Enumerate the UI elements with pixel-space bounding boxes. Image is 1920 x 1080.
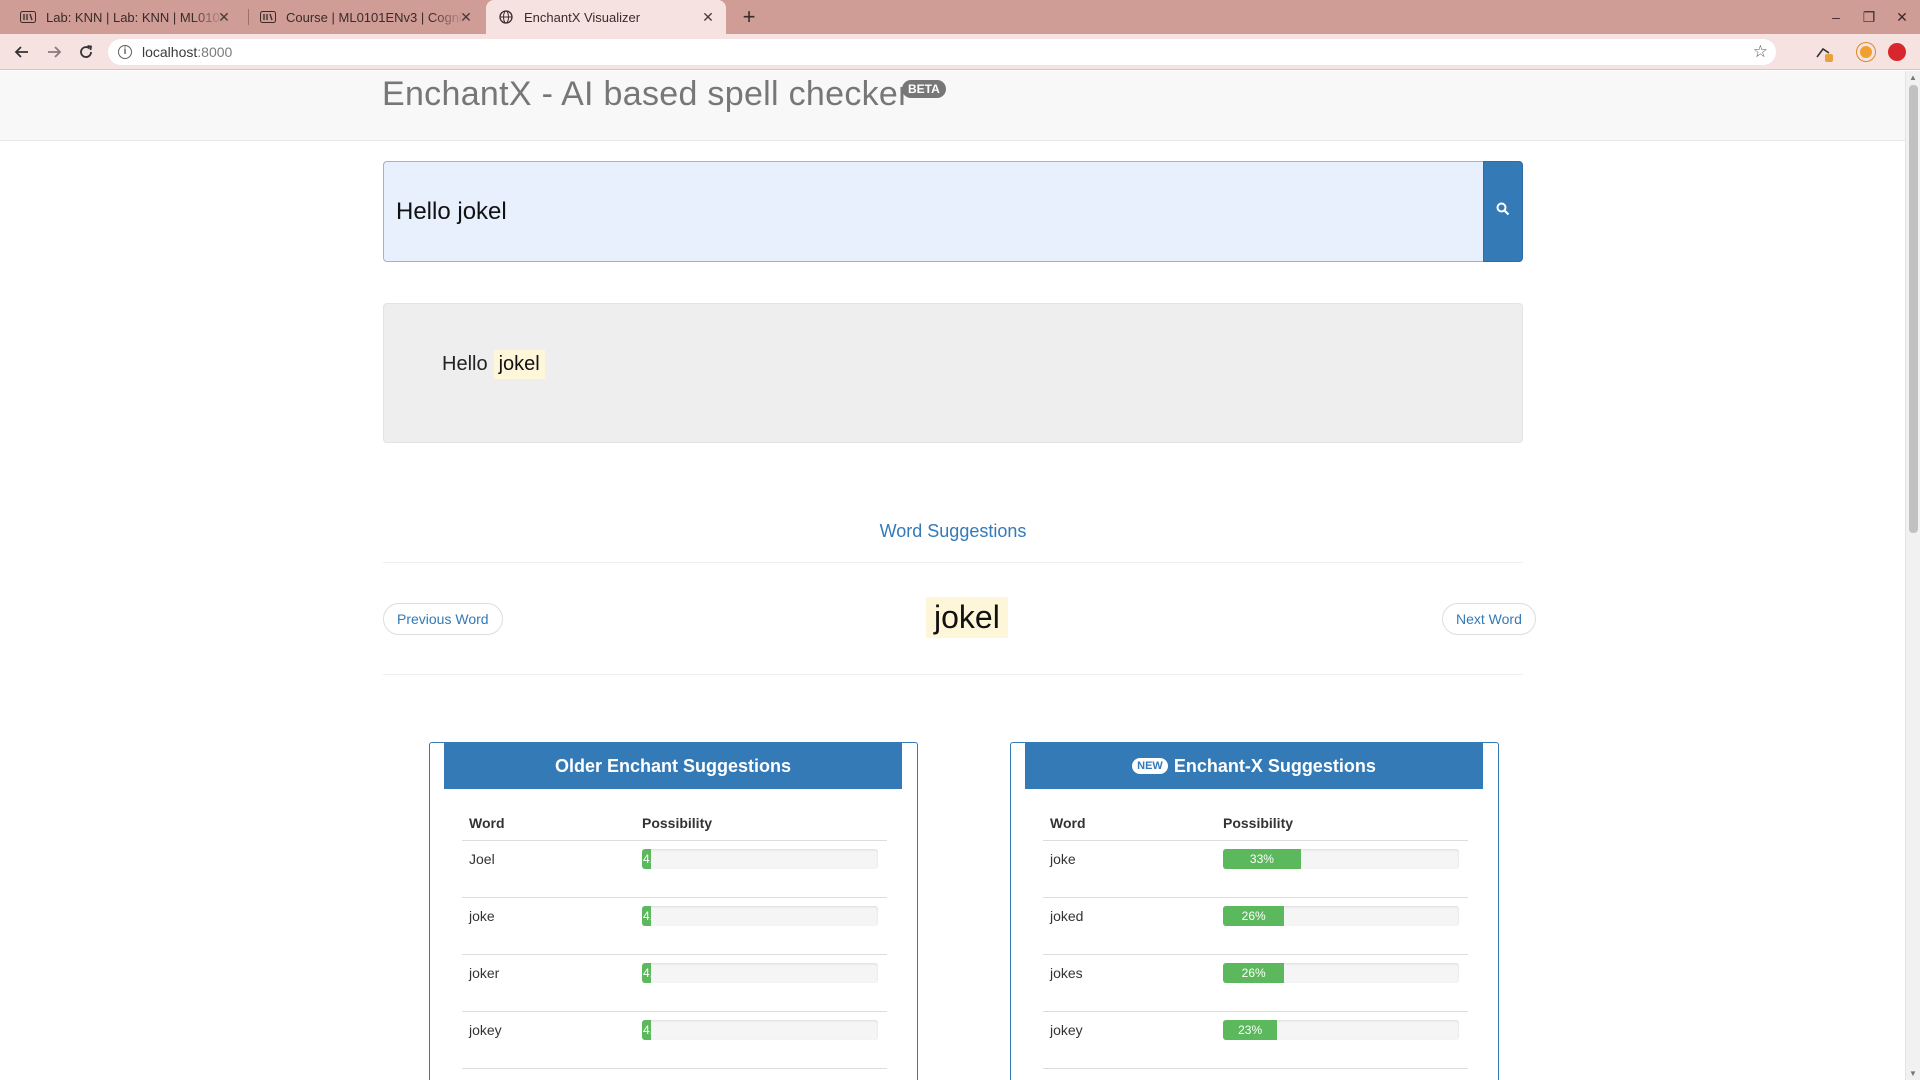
table-row[interactable]: joker 4.	[462, 954, 887, 1011]
column-possibility: Possibility	[1223, 815, 1294, 831]
word-suggestions-heading: Word Suggestions	[879, 521, 1027, 541]
cognitive-class-favicon-icon	[20, 9, 36, 25]
close-tab-icon[interactable]: ✕	[216, 9, 232, 25]
new-tab-button[interactable]: +	[736, 4, 762, 30]
navbar: EnchantX - AI based spell checker BETA	[0, 71, 1905, 141]
site-info-icon[interactable]: i	[118, 45, 132, 59]
browser-tab-strip: Lab: KNN | Lab: KNN | ML0101ENv3 | Cogni…	[0, 0, 1920, 34]
card-title: Older Enchant Suggestions	[444, 743, 902, 789]
suggestion-word: jokey	[469, 1022, 502, 1038]
possibility-fill: 4.	[642, 963, 652, 983]
address-bar[interactable]: i localhost:8000 ☆	[108, 39, 1776, 65]
possibility-fill: 4.	[642, 906, 652, 926]
table-header: Word Possibility	[1043, 815, 1473, 839]
scrollbar-thumb[interactable]	[1909, 85, 1918, 533]
possibility-bar: 4.	[642, 1020, 878, 1040]
table-row[interactable]: jokey 23%	[1043, 1011, 1468, 1068]
flagged-word[interactable]: jokel	[493, 350, 545, 379]
close-window-icon[interactable]: ✕	[1891, 6, 1913, 28]
divider	[383, 562, 1523, 563]
suggestion-word: jokey	[1050, 1022, 1083, 1038]
older-enchant-title: Older Enchant Suggestions	[554, 755, 792, 776]
previous-word-button[interactable]: Previous Word	[383, 603, 503, 635]
table-row[interactable]: joke 33%	[1043, 840, 1468, 897]
search-icon	[1496, 202, 1510, 221]
forward-arrow-icon[interactable]	[42, 40, 66, 64]
suggestion-word: joker	[469, 965, 500, 981]
possibility-fill: 23%	[1223, 1020, 1278, 1040]
analyzed-sentence: Hello jokel	[442, 350, 545, 379]
search-button[interactable]	[1483, 161, 1523, 262]
new-badge: NEW	[1132, 758, 1168, 774]
tab-title: Course | ML0101ENv3 | Cognitive Class	[286, 9, 464, 25]
next-word-button[interactable]: Next Word	[1442, 603, 1536, 635]
table-row-divider	[462, 1068, 887, 1080]
possibility-fill: 33%	[1223, 849, 1301, 869]
possibility-fill: 4.	[642, 1020, 652, 1040]
tab-title: EnchantX Visualizer	[524, 9, 641, 25]
tab-separator	[248, 9, 249, 25]
browser-tab[interactable]: Lab: KNN | Lab: KNN | ML0101ENv3 | Cogni…	[10, 0, 242, 34]
possibility-fill: 26%	[1223, 906, 1285, 926]
table-row[interactable]: joked 26%	[1043, 897, 1468, 954]
older-enchant-card: Older Enchant Suggestions Word Possibili…	[429, 742, 918, 1080]
url-port: :8000	[197, 44, 233, 60]
browser-tab[interactable]: Course | ML0101ENv3 | Cognitive Class ✕	[250, 0, 484, 34]
analyzed-text-panel: Hello jokel	[383, 303, 1523, 443]
possibility-bar: 33%	[1223, 849, 1459, 869]
enchantx-title: Enchant-X Suggestions	[1173, 755, 1376, 776]
current-word: jokel	[926, 597, 1008, 638]
suggestion-word: joke	[469, 908, 495, 924]
suggestion-word: joke	[1050, 851, 1076, 867]
bookmark-star-icon[interactable]: ☆	[1753, 42, 1768, 62]
search-input[interactable]: Hello jokel	[383, 161, 1483, 262]
tab-title: Lab: KNN | Lab: KNN | ML0101ENv3 | Cogni…	[46, 9, 224, 25]
scroll-down-arrow-icon[interactable]: ▼	[1909, 1069, 1917, 1078]
column-word: Word	[1050, 815, 1086, 831]
possibility-bar: 26%	[1223, 906, 1459, 926]
possibility-bar: 4.	[642, 849, 878, 869]
table-row-divider	[1043, 1068, 1468, 1080]
possibility-bar: 23%	[1223, 1020, 1459, 1040]
scroll-up-arrow-icon[interactable]: ▲	[1909, 73, 1917, 82]
globe-icon	[498, 9, 514, 25]
divider	[383, 674, 1523, 675]
extension-record-icon[interactable]	[1888, 43, 1906, 61]
minimize-window-icon[interactable]: –	[1825, 6, 1847, 28]
page-title: EnchantX - AI based spell checker	[382, 75, 910, 113]
suggestion-word: jokes	[1050, 965, 1083, 981]
table-row[interactable]: jokey 4.	[462, 1011, 887, 1068]
beta-badge: BETA	[902, 80, 946, 98]
column-possibility: Possibility	[642, 815, 713, 831]
table-header: Word Possibility	[462, 815, 892, 839]
possibility-fill: 26%	[1223, 963, 1285, 983]
possibility-bar: 4.	[642, 906, 878, 926]
enchantx-card: NEW Enchant-X Suggestions Word Possibili…	[1010, 742, 1499, 1080]
browser-toolbar: i localhost:8000 ☆	[0, 34, 1920, 70]
page-scrollbar[interactable]: ▲ ▼	[1905, 71, 1920, 1080]
suggestion-word: joked	[1050, 908, 1084, 924]
table-row[interactable]: joke 4.	[462, 897, 887, 954]
close-tab-icon[interactable]: ✕	[700, 9, 716, 25]
cognitive-class-favicon-icon	[260, 9, 276, 25]
card-title: NEW Enchant-X Suggestions	[1025, 743, 1483, 789]
possibility-bar: 4.	[642, 963, 878, 983]
possibility-fill: 4.	[642, 849, 652, 869]
table-row[interactable]: jokes 26%	[1043, 954, 1468, 1011]
extension-shield-icon[interactable]	[1814, 43, 1833, 62]
restore-window-icon[interactable]: ❐	[1858, 6, 1880, 28]
url-host: localhost	[142, 44, 198, 60]
back-arrow-icon[interactable]	[10, 40, 34, 64]
close-tab-icon[interactable]: ✕	[458, 9, 474, 25]
table-row[interactable]: Joel 4.	[462, 840, 887, 897]
extension-gear-icon[interactable]	[1857, 43, 1875, 61]
possibility-bar: 26%	[1223, 963, 1459, 983]
search-form: Hello jokel	[383, 161, 1523, 262]
column-word: Word	[469, 815, 505, 831]
browser-tab-active[interactable]: EnchantX Visualizer ✕	[486, 0, 726, 34]
suggestion-word: Joel	[469, 851, 495, 867]
correct-word: Hello	[442, 353, 488, 375]
reload-icon[interactable]	[74, 40, 98, 64]
page-viewport: EnchantX - AI based spell checker BETA H…	[0, 71, 1905, 1080]
